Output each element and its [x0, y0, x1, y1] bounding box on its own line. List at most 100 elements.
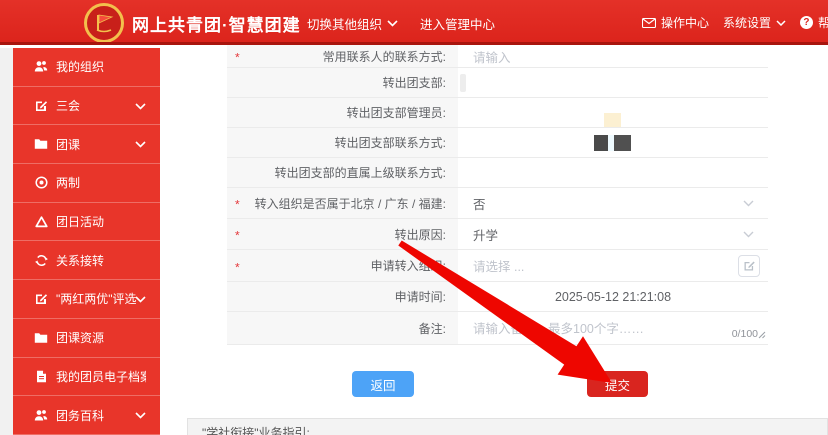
required-marker: *	[235, 197, 240, 211]
business-guide-panel: "学社衔接"业务指引:	[187, 418, 828, 435]
sidebar-item-label: 两制	[56, 174, 80, 191]
select-value: 升学	[473, 225, 498, 244]
select-value: 否	[473, 194, 486, 213]
sidebar-item-label: 团课	[56, 136, 80, 153]
app-title: 网上共青团·智慧团建	[132, 11, 301, 36]
remark-textarea[interactable]: 请输入备注，最多100个字…… 0/100	[458, 312, 768, 344]
resize-handle-icon[interactable]	[757, 328, 766, 342]
pencil-square-icon	[743, 259, 756, 272]
chevron-down-icon	[743, 227, 754, 241]
region-select[interactable]: 否	[458, 188, 768, 218]
page: 网上共青团·智慧团建 切换其他组织 进入管理中心 操作中心 系统设置	[0, 0, 828, 435]
form-row-superior-contact: 转出团支部的直属上级联系方式:	[227, 158, 768, 188]
field-label: 转出团支部管理员:	[227, 98, 458, 127]
chevron-down-icon	[135, 99, 146, 113]
form-row-region-select: * 转入组织是否属于北京 / 广东 / 福建: 否	[227, 188, 768, 219]
field-label: * 转入组织是否属于北京 / 广东 / 福建:	[227, 188, 458, 218]
sidebar-item-three-meetings[interactable]: 三会	[13, 87, 160, 126]
sidebar-item-label: 关系接转	[56, 252, 104, 269]
apply-time-value: 2025-05-12 21:21:08	[458, 282, 768, 311]
flag-icon	[93, 12, 115, 34]
edit-organization-button[interactable]	[738, 255, 760, 277]
sidebar-item-my-organization[interactable]: 我的组织	[13, 48, 160, 87]
sidebar-item-label: 团日活动	[56, 213, 104, 230]
header-right-group: 操作中心 系统设置 ? 帮助	[642, 14, 828, 31]
required-marker: *	[235, 50, 240, 64]
field-label: 转出团支部:	[227, 68, 458, 97]
league-emblem-logo	[84, 3, 124, 43]
app-header: 网上共青团·智慧团建 切换其他组织 进入管理中心 操作中心 系统设置	[0, 0, 828, 45]
sidebar-item-relation-transfer[interactable]: 关系接转	[13, 241, 160, 280]
required-marker: *	[235, 228, 240, 242]
folder-icon	[34, 137, 48, 151]
sidebar-item-league-class[interactable]: 团课	[13, 125, 160, 164]
sidebar-item-label: 我的团员电子档案	[56, 368, 146, 385]
sidebar-item-league-day-activity[interactable]: 团日活动	[13, 203, 160, 242]
chevron-down-icon	[135, 408, 146, 422]
contact-method-input[interactable]: 请输入	[458, 45, 768, 67]
guide-title: "学社衔接"业务指引:	[202, 426, 310, 435]
form-row-out-branch-contact: 转出团支部联系方式:	[227, 128, 768, 158]
sidebar-item-two-red-two-excellent[interactable]: "两红两优"评选	[13, 280, 160, 319]
picker-placeholder: 请选择 ...	[473, 256, 524, 275]
form-row-apply-time: 申请时间: 2025-05-12 21:21:08	[227, 282, 768, 312]
switch-org-label: 切换其他组织	[307, 14, 382, 33]
field-label: * 转出原因:	[227, 219, 458, 249]
form-row-remark: 备注: 请输入备注，最多100个字…… 0/100	[227, 312, 768, 345]
action-center-link[interactable]: 操作中心	[642, 14, 709, 31]
users-icon	[34, 60, 48, 74]
chevron-down-icon	[135, 137, 146, 151]
sidebar-item-class-resources[interactable]: 团课资源	[13, 319, 160, 358]
switch-org-menu[interactable]: 切换其他组织	[307, 14, 398, 33]
form-row-out-reason: * 转出原因: 升学	[227, 219, 768, 250]
chevron-down-icon	[387, 20, 398, 27]
redacted-value-box	[594, 135, 608, 151]
redacted-value-box	[614, 135, 631, 151]
chevron-down-icon	[135, 292, 146, 306]
transfer-form-table: * 常用联系人的联系方式: 请输入 转出团支部: 转出团支部管理员: 转出团支部…	[227, 45, 768, 345]
input-placeholder: 请输入	[473, 47, 511, 66]
sidebar-item-label: 我的组织	[56, 58, 104, 75]
back-button[interactable]: 返回	[352, 371, 414, 397]
help-icon: ?	[800, 16, 813, 29]
field-label: 转出团支部的直属上级联系方式:	[227, 158, 458, 187]
sidebar-item-member-earchive[interactable]: 我的团员电子档案	[13, 358, 160, 397]
folder-icon	[34, 331, 48, 345]
field-label: 转出团支部联系方式:	[227, 128, 458, 157]
refresh-icon	[34, 253, 48, 267]
enter-admin-link[interactable]: 进入管理中心	[420, 14, 495, 33]
required-marker: *	[235, 260, 240, 274]
form-row-contact-method: * 常用联系人的联系方式: 请输入	[227, 45, 768, 68]
field-label: 申请时间:	[227, 282, 458, 311]
sidebar-item-two-systems[interactable]: 两制	[13, 164, 160, 203]
enter-admin-label: 进入管理中心	[420, 14, 495, 33]
submit-button[interactable]: 提交	[587, 371, 648, 397]
envelope-icon	[642, 18, 656, 28]
left-gutter	[0, 48, 13, 435]
edit-icon	[34, 99, 48, 113]
out-reason-select[interactable]: 升学	[458, 219, 768, 249]
help-link[interactable]: ? 帮助	[800, 14, 828, 31]
sidebar-item-league-wiki[interactable]: 团务百科	[13, 396, 160, 435]
action-center-label: 操作中心	[661, 14, 709, 31]
out-branch-contact-value	[458, 128, 768, 157]
form-row-out-branch-admin: 转出团支部管理员:	[227, 98, 768, 128]
chevron-down-icon	[776, 20, 786, 26]
form-row-out-branch: 转出团支部:	[227, 68, 768, 98]
chevron-down-icon	[743, 196, 754, 210]
file-icon	[34, 369, 48, 383]
superior-contact-value	[458, 158, 768, 187]
textarea-placeholder: 请输入备注，最多100个字……	[473, 318, 644, 337]
sidebar-item-label: "两红两优"评选	[56, 290, 137, 307]
target-organization-picker[interactable]: 请选择 ...	[458, 250, 768, 281]
redacted-value-box	[460, 74, 466, 92]
sidebar: 我的组织 三会 团课 两制	[13, 48, 160, 435]
edit-icon	[34, 292, 48, 306]
char-counter: 0/100	[732, 328, 758, 340]
system-settings-label: 系统设置	[723, 14, 771, 31]
sidebar-item-label: 团务百科	[56, 407, 104, 424]
form-row-target-organization: * 申请转入组织: 请选择 ...	[227, 250, 768, 282]
sidebar-item-label: 团课资源	[56, 329, 104, 346]
system-settings-menu[interactable]: 系统设置	[723, 14, 786, 31]
out-branch-value	[458, 68, 768, 97]
